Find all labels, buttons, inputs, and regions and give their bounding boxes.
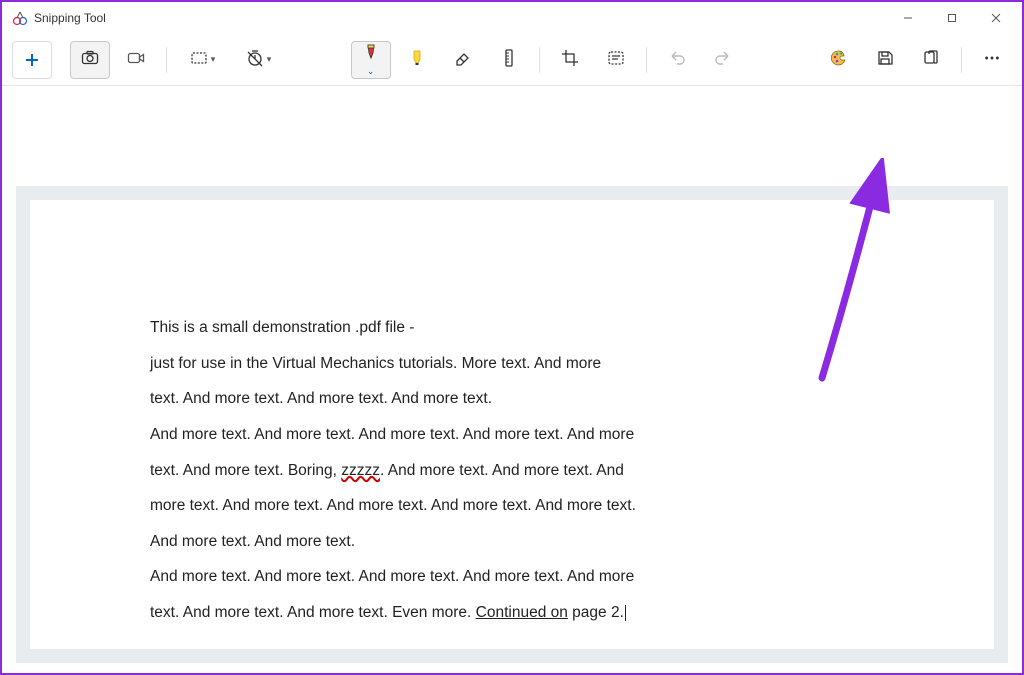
more-button[interactable] bbox=[972, 41, 1012, 79]
redo-icon bbox=[713, 48, 733, 71]
ruler-icon bbox=[499, 48, 519, 71]
doc-line: text. And more text. And more text. And … bbox=[150, 381, 874, 417]
doc-line: just for use in the Virtual Mechanics tu… bbox=[150, 346, 874, 382]
copy-button[interactable] bbox=[911, 41, 951, 79]
crop-button[interactable] bbox=[550, 41, 590, 79]
timer-icon bbox=[245, 48, 265, 71]
minimize-button[interactable] bbox=[886, 3, 930, 33]
save-icon bbox=[875, 48, 895, 71]
separator bbox=[961, 47, 962, 73]
doc-line: And more text. And more text. bbox=[150, 524, 874, 560]
undo-button[interactable] bbox=[657, 41, 697, 79]
close-button[interactable] bbox=[974, 3, 1018, 33]
eraser-icon bbox=[453, 48, 473, 71]
delay-dropdown[interactable]: ▾ bbox=[233, 41, 283, 79]
video-mode-button[interactable] bbox=[116, 41, 156, 79]
ruler-button[interactable] bbox=[489, 41, 529, 79]
snip-preview-frame: This is a small demonstration .pdf file … bbox=[16, 186, 1008, 663]
more-icon bbox=[983, 48, 1001, 71]
text-actions-icon bbox=[606, 48, 626, 71]
content-area: This is a small demonstration .pdf file … bbox=[2, 86, 1022, 673]
doc-line: This is a small demonstration .pdf file … bbox=[150, 310, 874, 346]
doc-line: And more text. And more text. And more t… bbox=[150, 559, 874, 595]
separator bbox=[539, 47, 540, 73]
video-icon bbox=[126, 48, 146, 71]
new-snip-button[interactable] bbox=[12, 41, 52, 79]
app-window: Snipping Tool ▾ ▾ bbox=[0, 0, 1024, 675]
chevron-down-icon: ⌄ bbox=[367, 66, 375, 77]
separator bbox=[646, 47, 647, 73]
highlighter-icon bbox=[407, 48, 427, 71]
separator bbox=[166, 47, 167, 73]
undo-icon bbox=[667, 48, 687, 71]
highlighter-button[interactable] bbox=[397, 41, 437, 79]
window-title: Snipping Tool bbox=[34, 11, 106, 25]
edit-in-paint-button[interactable] bbox=[819, 41, 859, 79]
camera-mode-button[interactable] bbox=[70, 41, 110, 79]
rectangle-icon bbox=[189, 48, 209, 71]
save-button[interactable] bbox=[865, 41, 905, 79]
palette-icon bbox=[829, 48, 849, 71]
eraser-button[interactable] bbox=[443, 41, 483, 79]
doc-line: And more text. And more text. And more t… bbox=[150, 417, 874, 453]
doc-line: more text. And more text. And more text.… bbox=[150, 488, 874, 524]
camera-icon bbox=[80, 48, 100, 71]
chevron-down-icon: ▾ bbox=[211, 54, 216, 65]
chevron-down-icon: ▾ bbox=[267, 54, 272, 65]
snip-mode-dropdown[interactable]: ▾ bbox=[177, 41, 227, 79]
titlebar: Snipping Tool bbox=[2, 2, 1022, 34]
text-actions-button[interactable] bbox=[596, 41, 636, 79]
crop-icon bbox=[560, 48, 580, 71]
doc-line: text. And more text. Boring, zzzzz. And … bbox=[150, 453, 874, 489]
pen-tool-button[interactable]: ⌄ bbox=[351, 41, 391, 79]
maximize-button[interactable] bbox=[930, 3, 974, 33]
pen-icon bbox=[361, 43, 381, 66]
redo-button[interactable] bbox=[703, 41, 743, 79]
doc-line: text. And more text. And more text. Even… bbox=[150, 595, 874, 631]
toolbar: ▾ ▾ ⌄ bbox=[2, 34, 1022, 86]
copy-icon bbox=[921, 48, 941, 71]
app-icon bbox=[12, 10, 28, 26]
captured-page: This is a small demonstration .pdf file … bbox=[30, 200, 994, 649]
